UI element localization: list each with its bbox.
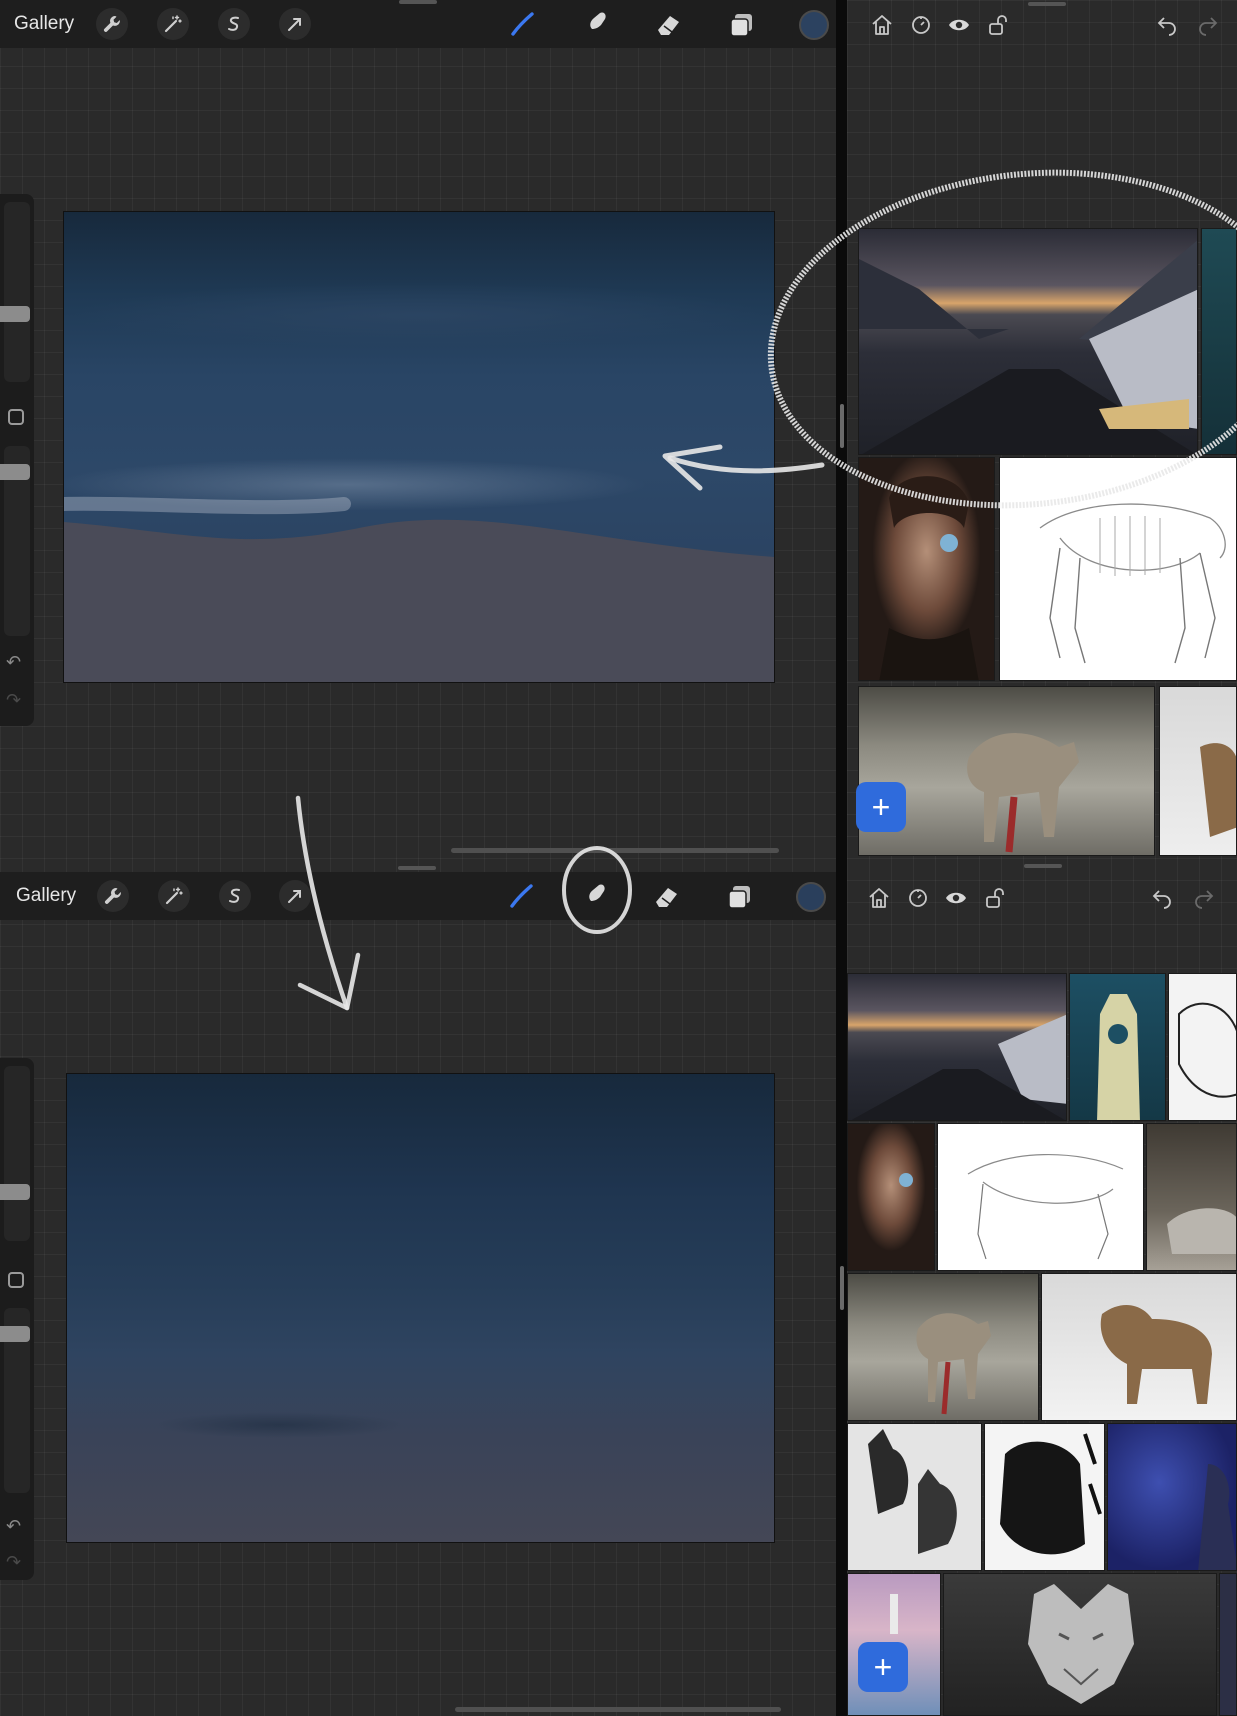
manga-wolf-image[interactable] [984,1423,1105,1571]
brush-icon[interactable] [503,880,539,914]
modify-button[interactable] [8,409,24,425]
wolf-in-snow-image[interactable] [1041,1273,1237,1421]
brush-size-track[interactable] [4,202,30,382]
timer-icon[interactable] [905,885,931,911]
divider-handle[interactable] [840,1266,844,1310]
unlock-icon[interactable] [982,885,1008,911]
smudge-finger-icon[interactable] [576,880,612,914]
wolf-on-ice-image[interactable] [858,686,1155,856]
color-picker-swatch[interactable] [799,10,829,40]
wolf-in-snow-image[interactable] [1159,686,1237,856]
top-artwork-canvas[interactable] [63,211,775,683]
transform-arrow-icon[interactable] [279,8,311,40]
brush-size-track[interactable] [4,1066,30,1241]
selection-s-icon[interactable] [218,8,250,40]
horizontal-scrollbar[interactable] [455,1707,781,1712]
wolf-ink-drawing-image[interactable] [1168,973,1237,1121]
teal-figure-image[interactable] [1201,228,1237,455]
eraser-icon[interactable] [648,880,684,914]
actions-wrench-icon[interactable] [97,880,129,912]
hazmat-figure-image[interactable] [1069,973,1166,1121]
adjustments-wand-icon[interactable] [158,880,190,912]
drag-handle[interactable] [1024,864,1062,868]
top-toolbar: Gallery [0,0,843,48]
layers-icon[interactable] [721,880,757,914]
add-image-button[interactable]: + [858,1642,908,1692]
selection-s-icon[interactable] [219,880,251,912]
top-reference-pane: + [847,0,1237,858]
brush-size-slider[interactable] [0,1184,30,1200]
actions-wrench-icon[interactable] [96,8,128,40]
unlock-icon[interactable] [985,12,1011,38]
eye-icon[interactable] [946,12,972,38]
blue-warrior-image[interactable] [1107,1423,1237,1571]
redo-arrow-icon[interactable] [1195,12,1221,38]
edge-thumb-image[interactable] [1219,1573,1237,1716]
bottom-toolbar: Gallery [0,872,843,920]
mountain-road-image[interactable] [858,228,1198,455]
home-icon[interactable] [869,12,895,38]
redo-icon[interactable]: ↷ [6,1552,21,1573]
wolf-skeleton-sketch-image[interactable] [999,457,1237,681]
bottom-canvas-pane: Gallery ↶ ↷ [0,858,843,1716]
reference-toolbar [847,0,1237,48]
portrait-man-image[interactable] [858,457,995,681]
opacity-slider[interactable] [0,464,30,480]
home-icon[interactable] [866,885,892,911]
redo-icon[interactable]: ↷ [6,690,21,711]
portrait-man-image[interactable] [847,1123,935,1271]
wolf-on-ice-image[interactable] [847,1273,1039,1421]
bottom-sidebar: ↶ ↷ [0,1058,34,1580]
top-sidebar: ↶ ↷ [0,194,34,726]
redo-arrow-icon[interactable] [1191,885,1217,911]
drag-handle[interactable] [399,0,437,4]
divider-handle[interactable] [840,404,844,448]
wolf-lying-image[interactable] [1146,1123,1237,1271]
gallery-button[interactable]: Gallery [14,13,74,35]
transform-arrow-icon[interactable] [279,880,311,912]
undo-arrow-icon[interactable] [1154,12,1180,38]
undo-icon[interactable]: ↶ [6,652,21,673]
modify-button[interactable] [8,1272,24,1288]
top-canvas-pane: Gallery ↶ ↷ [0,0,843,858]
drag-handle[interactable] [398,866,436,870]
undo-arrow-icon[interactable] [1149,885,1175,911]
layers-icon[interactable] [723,8,759,42]
opacity-slider[interactable] [0,1326,30,1342]
mountain-road-image[interactable] [847,973,1067,1121]
reference-toolbar [847,873,1237,921]
wolf-head-sculpture-image[interactable] [943,1573,1217,1716]
eye-icon[interactable] [943,885,969,911]
adjustments-wand-icon[interactable] [157,8,189,40]
horizontal-scrollbar[interactable] [451,848,779,853]
bottom-artwork-canvas[interactable] [66,1073,775,1543]
wolf-skeleton-sketch-image[interactable] [937,1123,1144,1271]
eraser-icon[interactable] [650,8,686,42]
gallery-button[interactable]: Gallery [16,885,76,907]
color-picker-swatch[interactable] [796,882,826,912]
brush-size-slider[interactable] [0,306,30,322]
dog-portraits-image[interactable] [847,1423,982,1571]
split-view-divider[interactable] [836,0,847,1716]
bottom-reference-pane: + [847,858,1237,1716]
timer-icon[interactable] [908,12,934,38]
brush-icon[interactable] [504,8,540,42]
undo-icon[interactable]: ↶ [6,1516,21,1537]
smudge-finger-icon[interactable] [577,8,613,42]
add-image-button[interactable]: + [856,782,906,832]
